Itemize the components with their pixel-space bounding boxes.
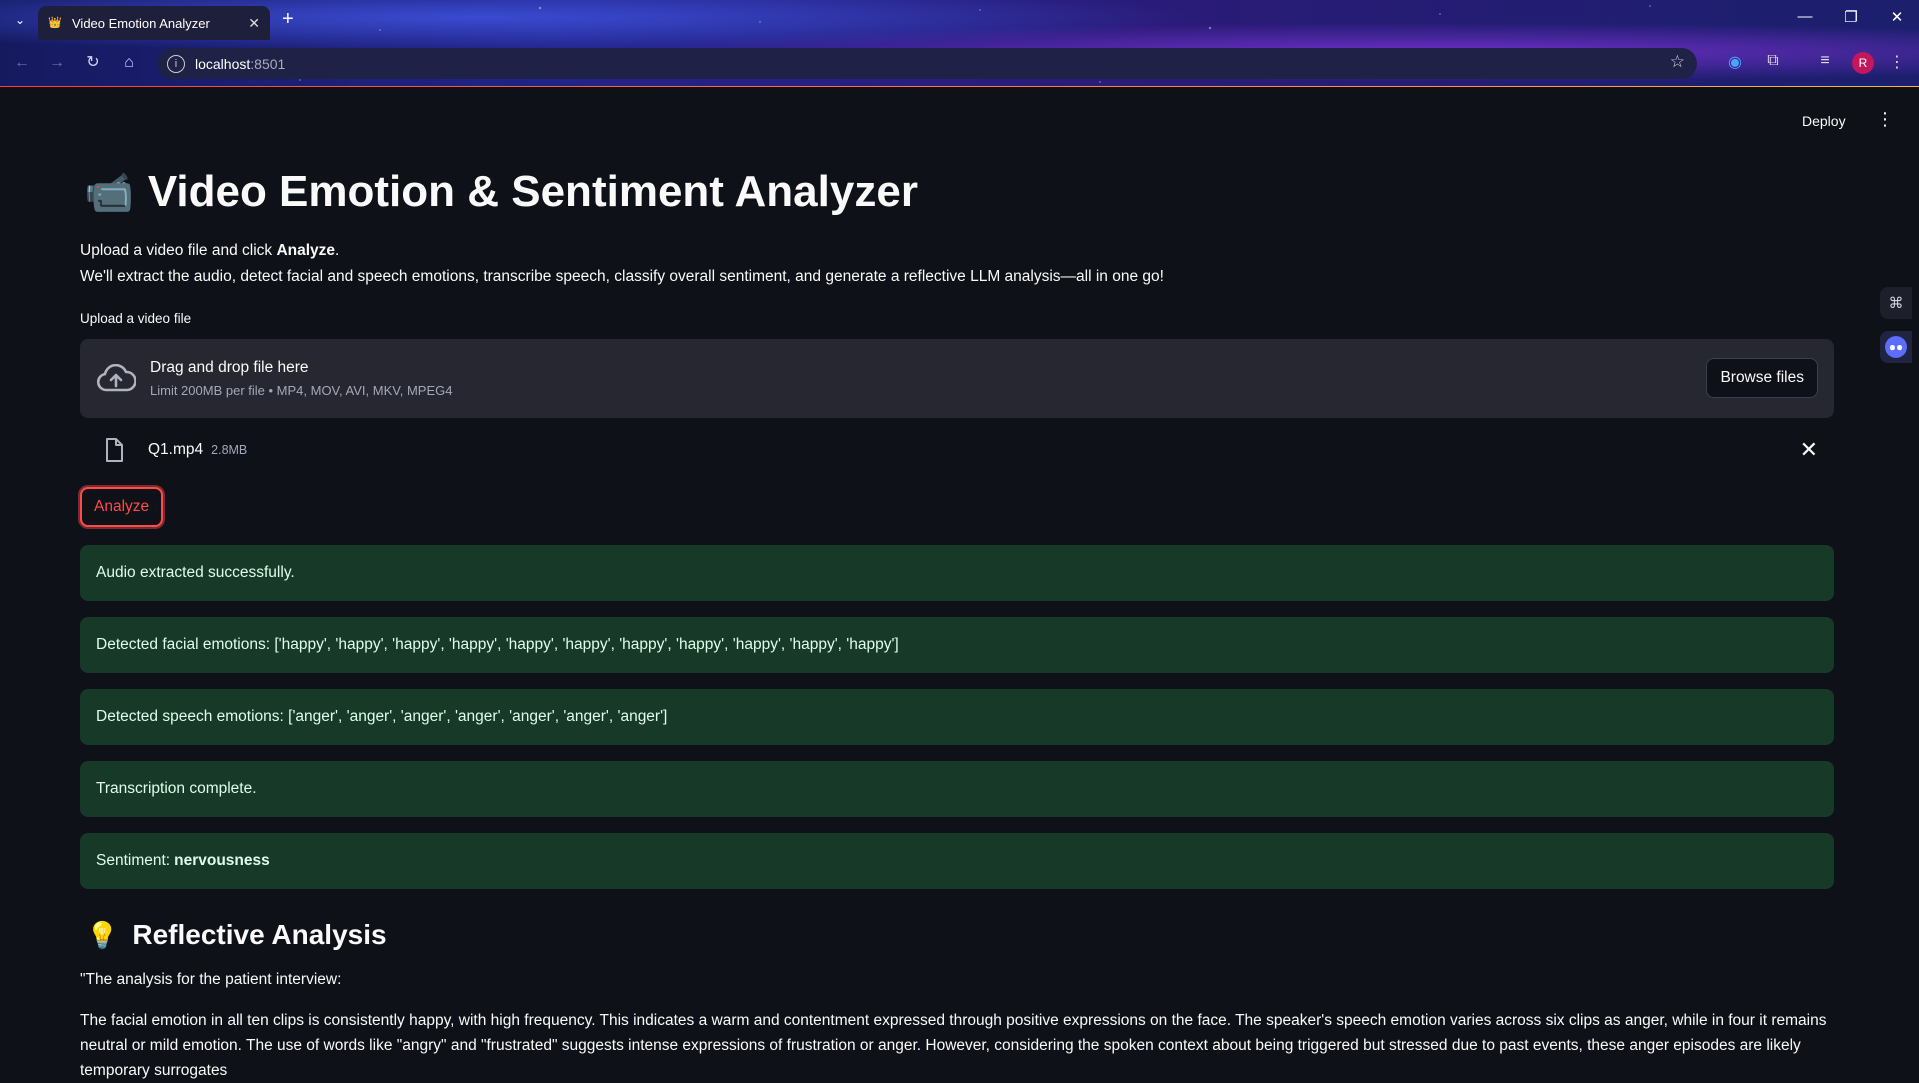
lightbulb-icon: 💡 — [86, 919, 119, 950]
cloud-upload-icon — [96, 363, 136, 391]
uploaded-file-row: Q1.mp4 2.8MB ✕ — [80, 418, 1834, 482]
alert-sentiment: Sentiment: nervousness — [80, 833, 1834, 889]
browser-toolbar: ← → ↻ ⌂ i localhost:8501 ☆ ◉ ⧉ ≡ R ⋮ — [0, 44, 1919, 82]
streamlit-header-decoration — [0, 86, 1919, 87]
main-menu-icon[interactable]: ⋮ — [1876, 110, 1894, 128]
home-icon[interactable]: ⌂ — [116, 50, 142, 76]
browse-files-button[interactable]: Browse files — [1706, 358, 1818, 398]
sentiment-label: Sentiment: — [96, 852, 171, 869]
alert-speech-emotions: Detected speech emotions: ['anger', 'ang… — [80, 689, 1834, 745]
profile-avatar[interactable]: R — [1852, 52, 1874, 74]
main-content: 📹 Video Emotion & Sentiment Analyzer Upl… — [80, 140, 1834, 1083]
dropzone-text: Drag and drop file here Limit 200MB per … — [150, 359, 452, 398]
tab-close-icon[interactable]: ✕ — [248, 15, 260, 32]
extension-shield-icon[interactable]: ◉ — [1724, 52, 1746, 72]
intro-line-2: We'll extract the audio, detect facial a… — [80, 268, 1164, 285]
back-icon[interactable]: ← — [9, 50, 35, 76]
deploy-button[interactable]: Deploy — [1802, 113, 1846, 129]
page-title-row: 📹 Video Emotion & Sentiment Analyzer — [80, 152, 1834, 232]
dropzone-limits: Limit 200MB per file • MP4, MOV, AVI, MK… — [150, 383, 453, 398]
browser-chrome: ⌄ 👑 Video Emotion Analyzer ✕ + — ❐ ✕ ← →… — [0, 0, 1919, 87]
site-info-icon[interactable]: i — [167, 54, 185, 73]
alert-facial-emotions: Detected facial emotions: ['happy', 'hap… — [80, 617, 1834, 673]
uploaded-file-name: Q1.mp4 — [148, 441, 204, 458]
new-tab-icon[interactable]: + — [282, 9, 294, 29]
streamlit-favicon-icon: 👑 — [48, 17, 62, 29]
window-close-icon[interactable]: ✕ — [1882, 8, 1912, 26]
sentiment-value: nervousness — [174, 852, 270, 869]
assistant-bot-icon: ●● — [1885, 336, 1907, 358]
reload-icon[interactable]: ↻ — [80, 50, 106, 76]
alert-transcription: Transcription complete. — [80, 761, 1834, 817]
media-controls-icon[interactable]: ≡ — [1814, 52, 1836, 70]
tab-search-chevron-icon[interactable]: ⌄ — [8, 8, 32, 32]
analysis-paragraph-intro: "The analysis for the patient interview: — [80, 971, 342, 988]
alert-audio-extracted: Audio extracted successfully. — [80, 545, 1834, 601]
video-camera-icon: 📹 — [84, 170, 134, 215]
restore-icon[interactable]: ❐ — [1836, 8, 1866, 26]
page-title: Video Emotion & Sentiment Analyzer — [147, 167, 918, 216]
status-alerts: Audio extracted successfully. Detected f… — [80, 545, 1834, 889]
reflective-analysis-title: Reflective Analysis — [132, 919, 387, 950]
minimize-icon[interactable]: — — [1790, 8, 1820, 25]
intro-text: Upload a video file and click Analyze. W… — [80, 238, 1834, 290]
address-url: localhost:8501 — [195, 55, 286, 72]
file-icon — [106, 438, 123, 462]
intro-line-1: Upload a video file and click Analyze. — [80, 242, 340, 259]
tab-title: Video Emotion Analyzer — [72, 15, 210, 31]
command-icon: ⌘ — [1888, 295, 1904, 312]
uploader-label: Upload a video file — [80, 311, 192, 326]
extensions-puzzle-icon[interactable]: ⧉ — [1762, 52, 1784, 70]
address-bar[interactable]: i localhost:8501 ☆ — [157, 48, 1697, 79]
analyze-button[interactable]: Analyze — [80, 487, 164, 527]
reflective-analysis-heading: 💡 Reflective Analysis — [80, 915, 1834, 955]
bookmark-star-icon[interactable]: ☆ — [1670, 52, 1685, 72]
side-widget-assistant[interactable]: ●● — [1880, 331, 1912, 363]
intro-bold-analyze: Analyze — [276, 242, 336, 259]
file-dropzone[interactable]: Drag and drop file here Limit 200MB per … — [80, 339, 1834, 418]
uploaded-file-size: 2.8MB — [211, 443, 248, 457]
forward-icon[interactable]: → — [44, 50, 70, 76]
side-widget-shortcuts[interactable]: ⌘ — [1880, 287, 1912, 319]
browser-tab[interactable]: 👑 Video Emotion Analyzer ✕ — [38, 6, 270, 40]
dropzone-title: Drag and drop file here — [150, 359, 309, 376]
analysis-paragraph-body: The facial emotion in all ten clips is c… — [80, 1012, 1827, 1079]
remove-file-icon[interactable]: ✕ — [1800, 437, 1818, 463]
address-port: :8501 — [250, 55, 286, 72]
browser-menu-icon[interactable]: ⋮ — [1886, 52, 1908, 72]
